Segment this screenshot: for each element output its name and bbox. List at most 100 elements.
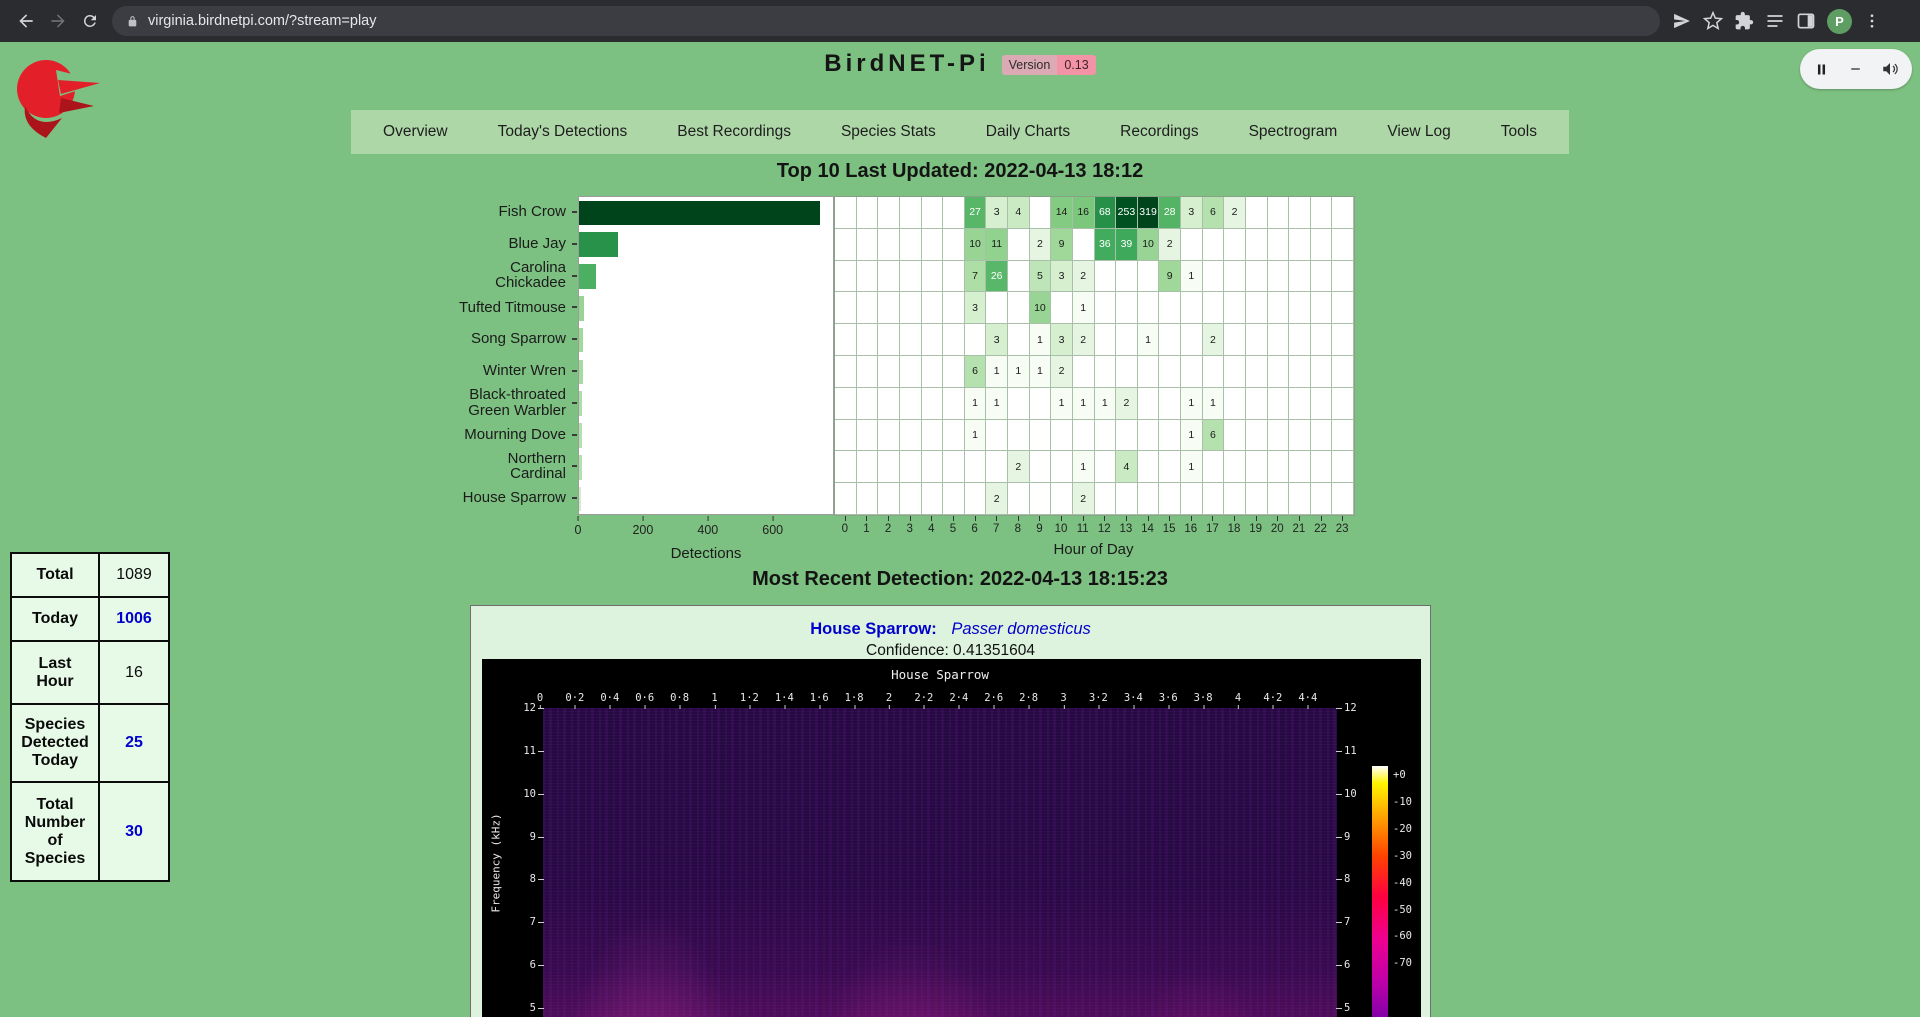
heatmap-cell [1095, 324, 1117, 356]
heatmap-cell [857, 451, 879, 483]
spectrogram-freq-tick: 10 [1344, 788, 1370, 800]
heatmap-cell [1224, 420, 1246, 452]
pause-button[interactable] [1813, 61, 1830, 78]
nav-item-species-stats[interactable]: Species Stats [841, 123, 936, 141]
nav-item-spectrogram[interactable]: Spectrogram [1249, 123, 1338, 141]
heatmap-cell [1246, 388, 1268, 420]
heatmap-cell [878, 292, 900, 324]
spectrogram-freq-tick: 6 [510, 959, 536, 971]
bookmark-star-icon[interactable] [1703, 11, 1723, 31]
url-text[interactable]: virginia.birdnetpi.com/?stream=play [148, 13, 376, 29]
heatmap-cell [1203, 483, 1225, 515]
detection-confidence: Confidence: 0.41351604 [471, 642, 1430, 660]
spectrogram-legend [1372, 766, 1388, 1017]
spectrogram-time-tick: 0·8 [670, 692, 689, 704]
share-icon[interactable] [1672, 11, 1692, 31]
stats-row: Species Detected Today25 [11, 704, 169, 782]
species-labels: Fish CrowBlue JayCarolina ChickadeeTufte… [448, 196, 566, 514]
x-tick-label: 200 [632, 523, 653, 537]
reading-list-icon[interactable] [1765, 11, 1785, 31]
nav-item-overview[interactable]: Overview [383, 123, 448, 141]
main-nav: Overview Today's Detections Best Recording… [351, 110, 1569, 154]
profile-avatar[interactable]: P [1827, 9, 1852, 34]
heatmap-cell: 14 [1051, 197, 1073, 229]
heatmap-cell [1268, 324, 1290, 356]
forward-button[interactable] [42, 5, 74, 37]
heatmap-cell: 6 [1203, 197, 1225, 229]
heatmap-cell [1051, 483, 1073, 515]
spectrogram-freq-tick: 8 [510, 873, 536, 885]
heatmap-cell: 6 [1203, 420, 1225, 452]
detection-panel: House Sparrow: Passer domesticus Confide… [470, 605, 1431, 1017]
heatmap-cell [1159, 292, 1181, 324]
spectrogram-time-tick: 2·6 [984, 692, 1003, 704]
heatmap-cell: 1 [1181, 261, 1203, 293]
extensions-icon[interactable] [1734, 11, 1754, 31]
spectrogram-legend-tick: -30 [1393, 850, 1412, 862]
heatmap-cell: 3 [986, 324, 1008, 356]
heatmap-cell [1311, 261, 1333, 293]
heatmap-cell [1224, 483, 1246, 515]
stats-value[interactable]: 30 [99, 782, 169, 881]
heatmap-cell [1311, 324, 1333, 356]
spectrogram-freq-tick: 6 [1344, 959, 1370, 971]
heatmap-cell [1181, 292, 1203, 324]
volume-icon[interactable] [1881, 60, 1899, 78]
x-tick-label: 0 [575, 523, 582, 537]
nav-item-tools[interactable]: Tools [1501, 123, 1537, 141]
heatmap-cell [1181, 229, 1203, 261]
detection-latin-link[interactable]: Passer domesticus [951, 620, 1090, 638]
stats-value: 16 [99, 641, 169, 704]
heatmap-cell: 7 [965, 261, 987, 293]
heatmap-cell [1203, 451, 1225, 483]
seek-slider[interactable] [1851, 68, 1860, 71]
heatmap-cell: 3 [1051, 324, 1073, 356]
nav-item-best-recordings[interactable]: Best Recordings [677, 123, 791, 141]
nav-item-view-log[interactable]: View Log [1387, 123, 1450, 141]
reload-button[interactable] [74, 5, 106, 37]
spectrogram-legend-tick: -40 [1393, 877, 1412, 889]
detection-header: House Sparrow: Passer domesticus [471, 620, 1430, 639]
heatmap-cell: 28 [1159, 197, 1181, 229]
heatmap-cell [1311, 483, 1333, 515]
side-panel-icon[interactable] [1796, 11, 1816, 31]
heatmap-cell: 1 [1073, 388, 1095, 420]
back-icon [16, 11, 36, 31]
audio-player[interactable] [1800, 49, 1912, 89]
stats-value[interactable]: 25 [99, 704, 169, 782]
heatmap-cell [922, 356, 944, 388]
spectrogram-freq-tick: 7 [1344, 916, 1370, 928]
heatmap-cell: 2 [1159, 229, 1181, 261]
nav-item-recordings[interactable]: Recordings [1120, 123, 1198, 141]
browser-toolbar: virginia.birdnetpi.com/?stream=play P [0, 0, 1920, 42]
back-button[interactable] [10, 5, 42, 37]
lock-icon [126, 15, 139, 28]
spectrogram-signal-patch [551, 918, 751, 1017]
stats-label: Today [11, 597, 99, 641]
spectrogram-time-tick: 2 [886, 692, 892, 704]
menu-dots-icon[interactable] [1863, 12, 1881, 30]
spectrogram-legend-tick: -60 [1393, 930, 1412, 942]
nav-item-today-s-detections[interactable]: Today's Detections [498, 123, 628, 141]
detection-bar [579, 455, 582, 480]
heatmap-cell [835, 324, 857, 356]
stats-value[interactable]: 1006 [99, 597, 169, 641]
heatmap-cell: 2 [1008, 451, 1030, 483]
heatmap-cell [986, 292, 1008, 324]
heatmap-cell [965, 324, 987, 356]
heatmap-cell [1246, 420, 1268, 452]
spectrogram-time-tick: 4·2 [1263, 692, 1282, 704]
heatmap-cell: 1 [1030, 356, 1052, 388]
address-bar[interactable]: virginia.birdnetpi.com/?stream=play [112, 6, 1660, 36]
heatmap-cell: 319 [1138, 197, 1160, 229]
detection-bar [579, 360, 583, 385]
nav-item-daily-charts[interactable]: Daily Charts [986, 123, 1070, 141]
heatmap-cell [1095, 261, 1117, 293]
detection-species-link[interactable]: House Sparrow: [810, 620, 937, 638]
heatmap-cell: 36 [1095, 229, 1117, 261]
heatmap-cell [943, 324, 965, 356]
heatmap-cell: 1 [1181, 451, 1203, 483]
heatmap-cell: 1 [986, 356, 1008, 388]
heatmap-cell: 1 [1095, 388, 1117, 420]
spectrogram-freq-tick: 5 [510, 1002, 536, 1014]
